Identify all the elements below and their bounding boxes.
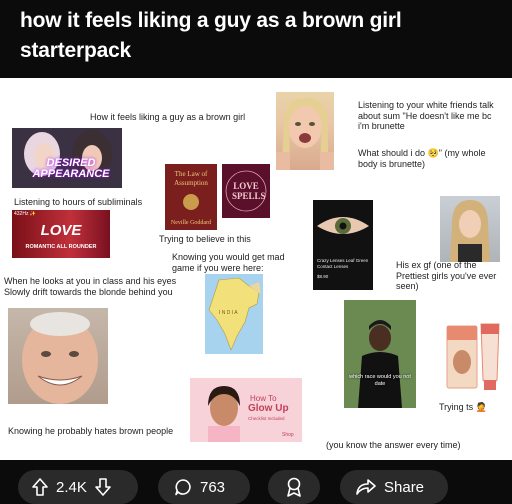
lens-label: Crazy Lenses Leaf Green Contact Lenses: [317, 258, 369, 269]
meme-man-image: which race would you not date: [344, 300, 416, 408]
hide-the-pain-harold-image: [8, 308, 108, 404]
crying-girl-image: [276, 92, 334, 170]
post-title: how it feels liking a guy as a brown gir…: [20, 9, 402, 62]
caption-how-it-feels: How it feels liking a guy as a brown gir…: [90, 112, 246, 122]
caption-ex-gf: His ex gf (one of the Prettiest girls yo…: [396, 260, 497, 291]
share-label: Share: [384, 478, 425, 496]
caption-trying-ts: Trying ts 🤦: [439, 402, 487, 412]
downvote-icon[interactable]: [95, 478, 111, 496]
comments-button[interactable]: 763: [158, 470, 250, 504]
glow-how-to: How To: [250, 394, 277, 403]
caption-when-he-looks: When he looks at you in class and his ey…: [4, 276, 177, 297]
india-map-image: I N D I A: [205, 274, 263, 354]
caption-mad-game: Knowing you would get mad game if you we…: [172, 252, 285, 273]
caption-white-friends: Listening to your white friends talk abo…: [358, 100, 494, 131]
meme-caption-text: which race would you not date: [349, 374, 411, 387]
love-subliminal-image: 432Hz ✨ LOVE ROMANTIC ALL ROUNDER: [12, 210, 110, 258]
caption-answer-every-time: (you know the answer every time): [326, 440, 461, 450]
glow-up-checklist-image: How To Glow Up Checklist Included Shop: [190, 378, 302, 442]
lens-price: $8.90: [317, 274, 329, 279]
comment-icon: [174, 478, 192, 496]
glow-brand: Shop: [282, 432, 294, 438]
love-spells-book: LOVE SPELLS: [222, 164, 270, 218]
love-top-text: 432Hz ✨: [14, 211, 37, 217]
book-title: The Law of Assumption: [174, 170, 208, 187]
contact-lens-image: Crazy Lenses Leaf Green Contact Lenses $…: [313, 200, 373, 290]
share-button[interactable]: Share: [340, 470, 448, 504]
map-label: I N D I A: [219, 310, 238, 316]
glow-up-title: Glow Up: [248, 403, 289, 414]
upvote-icon[interactable]: [32, 478, 48, 496]
desired-appearance-text: DESIRED APPEARANCE: [32, 157, 110, 180]
caption-believe: Trying to believe in this: [159, 234, 251, 244]
caption-subliminals: Listening to hours of subliminals: [14, 197, 143, 207]
book-author: Neville Goddard: [170, 220, 212, 226]
love-text: LOVE: [40, 222, 82, 239]
starterpack-image: How it feels liking a guy as a brown gir…: [0, 78, 512, 460]
caption-hates-brown-people: Knowing he probably hates brown people: [8, 426, 174, 436]
desired-appearance-image: DESIRED APPEARANCE: [12, 128, 122, 188]
vote-pill: 2.4K: [18, 470, 138, 504]
award-button[interactable]: [268, 470, 320, 504]
comment-count: 763: [200, 478, 226, 496]
upvote-count: 2.4K: [56, 478, 87, 496]
ex-gf-image: [440, 196, 500, 262]
book-title: LOVE SPELLS: [232, 181, 266, 201]
caption-what-should-i-do: What should i do 🥺" (my whole body is br…: [358, 148, 486, 169]
glow-checklist: Checklist Included: [248, 416, 285, 421]
award-icon: [285, 477, 303, 497]
love-sub-text: ROMANTIC ALL ROUNDER: [25, 244, 97, 250]
fair-cream-product-image: [445, 318, 503, 392]
share-icon: [356, 478, 376, 496]
